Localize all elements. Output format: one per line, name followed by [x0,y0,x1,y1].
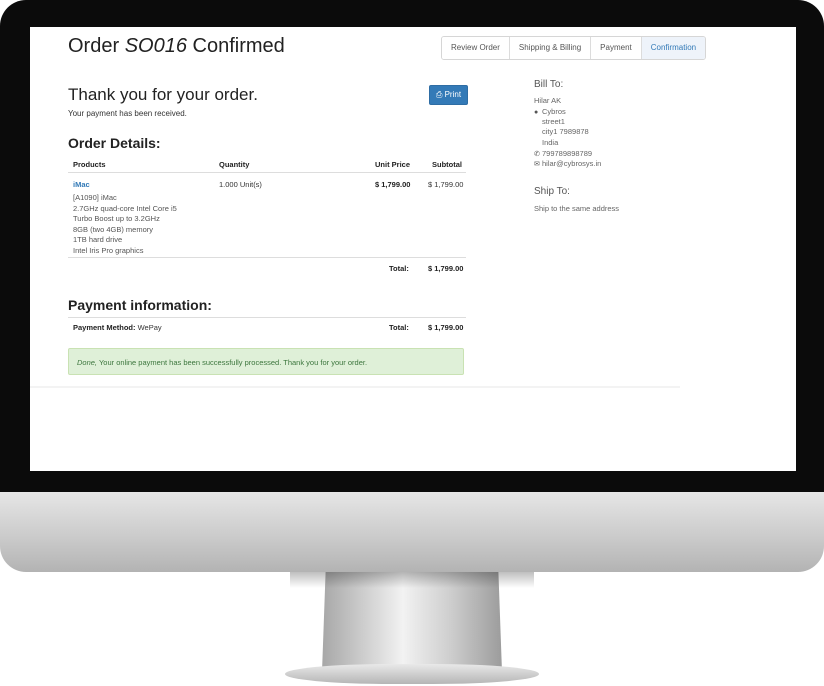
monitor-chin [0,492,824,572]
bill-to-company-text: Cybros [542,107,566,116]
desc-line: [A1090] iMac [73,193,117,202]
payment-method-value: WePay [137,323,162,332]
bill-to-email: ✉ hilar@cybrosys.in [534,159,601,168]
alert-message: Your online payment has been successfull… [98,358,368,367]
desc-line: 2.7GHz quad-core Intel Core i5 [73,203,177,213]
map-marker-icon: ● [534,109,539,116]
bill-to-street: street1 [542,117,565,126]
payment-method: Payment Method: WePay [73,323,162,332]
page-title: Order SO016 Confirmed [68,35,285,57]
bill-to-name: Hilar AK [534,96,562,105]
col-subtotal: Subtotal [432,160,462,169]
payment-total: $ 1,799.00 [428,323,464,332]
bill-to-heading: Bill To: [534,79,564,90]
payment-success-alert: Done, Your online payment has been succe… [68,348,464,375]
bill-to-city: city1 7989878 [542,127,589,136]
screen: Order SO016 Confirmed Review Order Shipp… [30,27,796,471]
checkout-wizard: Review Order Shipping & Billing Payment … [441,36,707,60]
product-unit-price: $ 1,799.00 [375,180,411,189]
payment-received-text: Your payment has been received. [68,109,187,118]
wizard-step-shipping-billing[interactable]: Shipping & Billing [509,37,592,59]
printer-icon: ⎙ [435,90,443,99]
product-link-imac[interactable]: iMac [73,180,90,189]
order-number: SO016 [124,35,187,57]
col-products: Products [73,160,106,169]
bill-to-email-text: hilar@cybrosys.in [542,159,602,168]
bill-to-phone-text: 799789898789 [542,149,593,158]
product-quantity: 1.000 Unit(s) [219,180,262,189]
monitor-base [285,664,539,684]
order-details-heading: Order Details: [68,135,161,151]
bill-to-phone: ✆ 799789898789 [534,149,592,158]
payment-divider [68,317,466,318]
thank-you-heading: Thank you for your order. [68,85,258,104]
col-unit-price: Unit Price [375,160,411,169]
col-quantity: Quantity [219,160,250,169]
ship-to-heading: Ship To: [534,186,570,197]
order-total: $ 1,799.00 [428,264,464,273]
desc-line: Intel Iris Pro graphics [73,245,144,255]
bill-to-company: ● Cybros [534,107,566,116]
print-button[interactable]: ⎙ Print [429,85,468,105]
payment-information-heading: Payment information: [68,297,212,313]
content-bottom-divider [30,386,680,388]
wizard-step-confirmation[interactable]: Confirmation [641,37,706,59]
product-description: [A1090] iMac 2.7GHz quad-core Intel Core… [73,193,177,256]
phone-icon: ✆ [534,151,540,158]
ship-to-text: Ship to the same address [534,204,620,213]
order-total-label: Total: [389,264,409,273]
table-header-divider [68,172,466,173]
desc-line: Turbo Boost up to 3.2GHz [73,214,160,223]
bill-to-country: India [542,138,559,147]
payment-method-label: Payment Method: [73,323,136,332]
desc-line: 1TB hard drive [73,235,123,244]
product-subtotal: $ 1,799.00 [428,180,464,189]
envelope-icon: ✉ [534,161,540,168]
table-total-divider [68,257,466,258]
wizard-step-review-order[interactable]: Review Order [442,37,510,59]
stand-shadow [290,572,534,588]
wizard-step-payment[interactable]: Payment [591,37,642,59]
desc-line: 8GB (two 4GB) memory [73,224,154,234]
payment-total-label: Total: [389,323,409,332]
alert-done: Done, [77,358,98,367]
print-button-label: Print [444,90,462,99]
